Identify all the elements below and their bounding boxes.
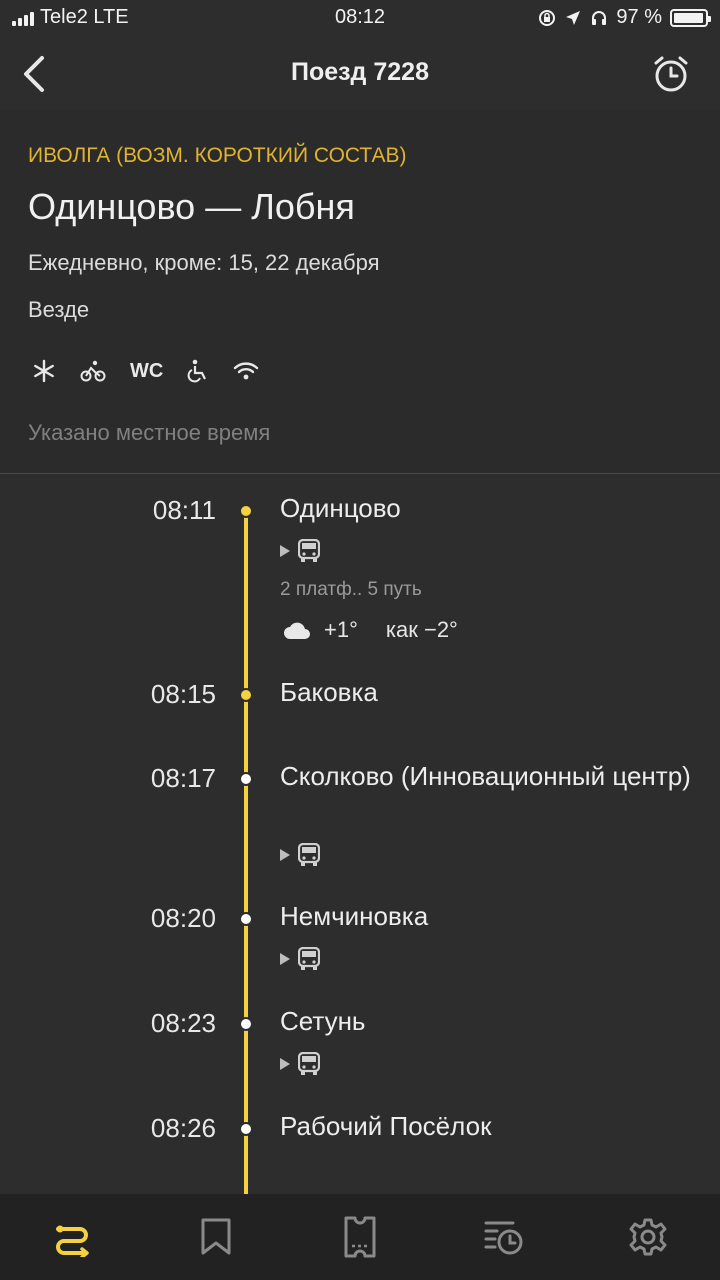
stop-name: Баковка [280, 677, 378, 707]
weather-info: +1° как −2° [282, 617, 458, 643]
stop-name: Одинцово [280, 493, 401, 523]
wifi-icon [233, 358, 259, 384]
bookmark-icon [201, 1218, 231, 1255]
gear-icon [629, 1218, 667, 1256]
stops-mode: Везде [28, 297, 90, 322]
stop-dot [239, 1017, 253, 1031]
battery-icon [670, 8, 711, 27]
stop-dot [239, 688, 253, 702]
transfer-info[interactable] [280, 539, 320, 563]
page-title: Поезд 7228 [290, 58, 429, 86]
bicycle-icon [80, 358, 106, 384]
stop-dot [239, 772, 253, 786]
wc-icon: WC [130, 359, 164, 382]
stop-dot [239, 912, 253, 926]
local-time-note: Указано местное время [28, 420, 271, 445]
route-icon [56, 1225, 89, 1257]
alarm-clock-icon [654, 56, 688, 92]
route-line [244, 510, 248, 1194]
location-icon [566, 10, 581, 25]
platform-info: 2 платф.. 5 путь [280, 579, 422, 600]
stops-timeline: 08:11 Одинцово 2 платф.. 5 путь +1° как … [0, 475, 720, 1194]
bus-icon [298, 947, 320, 970]
play-icon [280, 545, 290, 557]
alarm-button[interactable] [652, 54, 690, 94]
stop-time: 08:23 [150, 1008, 216, 1038]
play-icon [280, 953, 290, 965]
train-info-card: ИВОЛГА (ВОЗМ. КОРОТКИЙ СОСТАВ) Одинцово … [0, 110, 720, 474]
bus-icon [298, 843, 320, 866]
cloud-icon [284, 622, 310, 639]
stop-dot [239, 1122, 253, 1136]
stop-dot [239, 504, 253, 518]
snowflake-icon [32, 358, 56, 384]
wheelchair-icon [187, 358, 209, 384]
amenities: WC [32, 358, 259, 384]
stop-time: 08:20 [150, 903, 216, 933]
tab-route[interactable] [0, 1194, 144, 1280]
train-type: ИВОЛГА (ВОЗМ. КОРОТКИЙ СОСТАВ) [28, 144, 407, 167]
transfer-info[interactable] [280, 947, 320, 971]
tab-settings[interactable] [576, 1194, 720, 1280]
weather-temp: +1° [324, 617, 358, 642]
tab-bar [0, 1194, 720, 1280]
battery-fill [674, 12, 704, 23]
status-bar: Tele2 LTE 08:12 97 % [0, 0, 720, 36]
nav-bar: Поезд 7228 [0, 36, 720, 110]
headphones-icon [592, 10, 607, 25]
stop-name: Рабочий Посёлок [280, 1111, 492, 1141]
ticket-icon [344, 1216, 376, 1258]
play-icon [280, 849, 290, 861]
status-right: 97 % [538, 6, 711, 29]
battery-percent: 97 % [616, 6, 662, 28]
history-icon [484, 1221, 523, 1255]
stop-time: 08:26 [150, 1113, 216, 1143]
weather-feels-like: как −2° [385, 617, 458, 642]
transfer-info[interactable] [280, 1052, 320, 1076]
schedule-days: Ежедневно, кроме: 15, 22 декабря [28, 250, 380, 275]
stop-time: 08:17 [150, 763, 216, 793]
stop-time: 08:15 [150, 679, 216, 709]
play-icon [280, 1058, 290, 1070]
bus-icon [298, 539, 320, 562]
stop-time: 08:11 [152, 495, 216, 525]
tab-bookmarks[interactable] [144, 1194, 288, 1280]
route-title: Одинцово — Лобня [28, 186, 355, 227]
stop-name: Немчиновка [280, 901, 429, 931]
tab-tickets[interactable] [288, 1194, 432, 1280]
rotation-lock-icon [539, 9, 556, 26]
tab-history[interactable] [432, 1194, 576, 1280]
stop-name: Сетунь [280, 1006, 366, 1036]
bus-icon [298, 1052, 320, 1075]
transfer-info[interactable] [280, 843, 320, 867]
stop-name: Сколково (Инновационный центр) [280, 761, 691, 791]
